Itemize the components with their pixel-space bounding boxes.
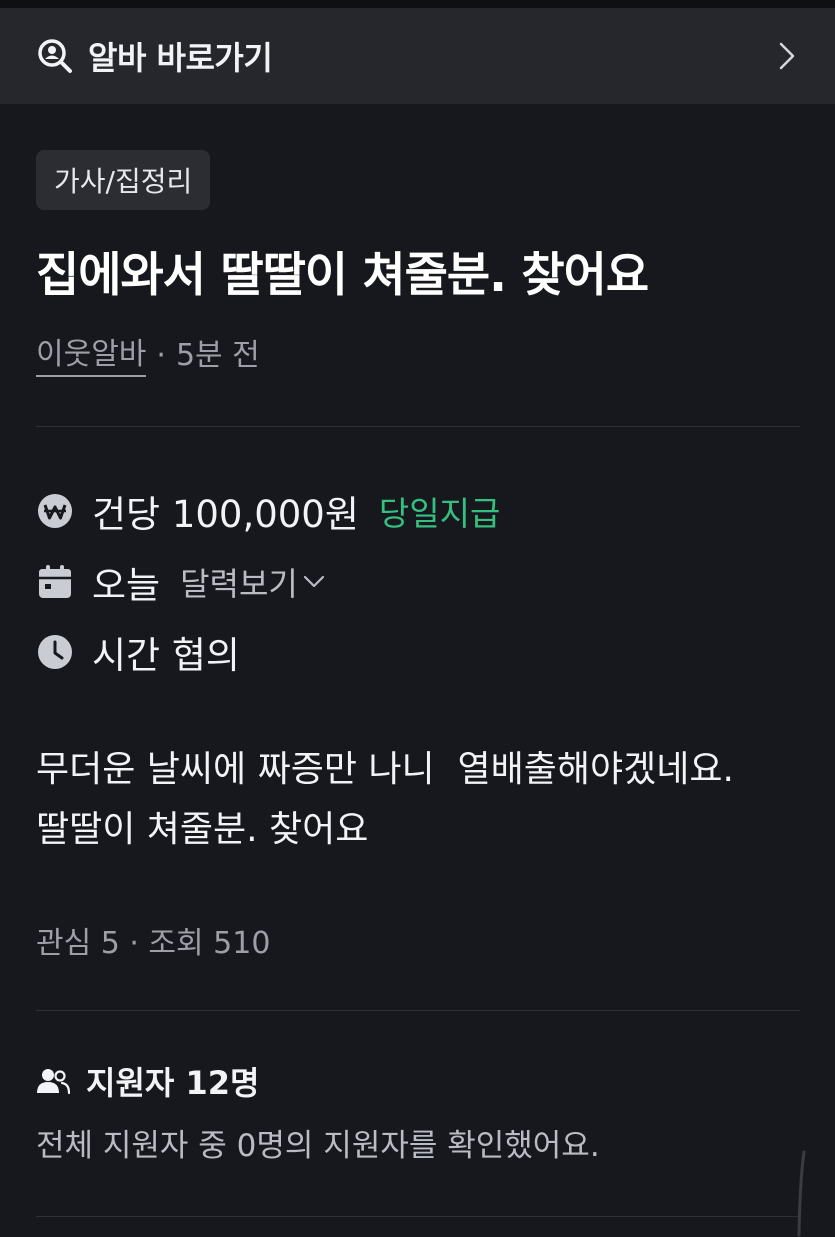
meta-separator: · — [156, 338, 166, 373]
divider — [36, 426, 800, 427]
author-link[interactable]: 이웃알바 — [36, 335, 147, 377]
same-day-pay-badge: 당일지급 — [378, 494, 501, 533]
people-icon — [36, 1064, 70, 1098]
applicants-header: 지원자 12명 — [36, 1056, 259, 1106]
calendar-icon — [36, 563, 74, 601]
alba-shortcut-label: 알바 바로가기 — [88, 39, 273, 77]
post-time: 5분 전 — [175, 338, 260, 373]
post-meta: 이웃알바 · 5분 전 — [36, 334, 260, 378]
alba-shortcut-banner[interactable]: 알바 바로가기 — [0, 8, 835, 104]
post-stats: 관심 5 · 조회 510 — [36, 926, 271, 961]
job-post-page: 알바 바로가기 가사/집정리 집에와서 딸딸이 쳐줄분. 찾어요 이웃알바 · … — [0, 0, 835, 1237]
won-icon — [36, 492, 74, 530]
applicants-status: 전체 지원자 중 0명의 지원자를 확인했어요. — [36, 1128, 600, 1164]
pay-row: 건당 100,000원 당일지급 — [36, 483, 500, 539]
clock-icon — [36, 633, 74, 671]
pay-amount: 건당 100,000원 — [92, 493, 359, 536]
scroll-indicator — [797, 1150, 806, 1237]
category-chip: 가사/집정리 — [36, 150, 211, 210]
divider — [36, 1010, 800, 1011]
view-calendar-label: 달력보기 — [180, 565, 298, 603]
post-description: 무더운 날씨에 짜증만 나니 열배출해야겠네요. 딸딸이 쳐줄분. 찾어요 — [36, 749, 746, 850]
applicants-count: 지원자 12명 — [86, 1064, 260, 1102]
search-person-icon — [36, 37, 74, 75]
work-time: 시간 협의 — [92, 634, 240, 677]
time-row: 시간 협의 — [36, 624, 240, 680]
chevron-right-icon — [775, 41, 799, 71]
divider — [36, 1216, 800, 1217]
date-row: 오늘 달력보기 — [36, 554, 326, 610]
view-calendar-button[interactable]: 달력보기 — [180, 559, 326, 605]
chevron-down-icon — [302, 570, 326, 594]
work-date: 오늘 — [92, 564, 161, 607]
post-title: 집에와서 딸딸이 쳐줄분. 찾어요 — [36, 248, 649, 303]
status-bar-edge — [0, 0, 835, 8]
